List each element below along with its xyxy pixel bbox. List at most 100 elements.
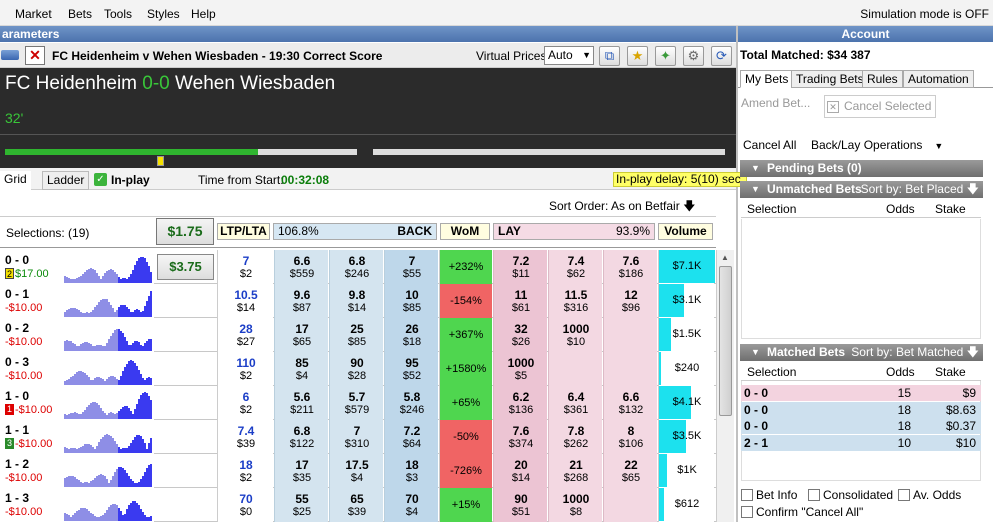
add-favourite-icon[interactable]: ✦ — [655, 46, 676, 66]
lay-price-cell[interactable]: 20 $14 — [493, 454, 547, 488]
back-price-cell[interactable]: 25 $85 — [329, 318, 383, 352]
market-cross-icon[interactable]: ✕ — [25, 46, 45, 65]
lay-price-cell[interactable]: 1000 $10 — [548, 318, 602, 352]
tab-trading-bets[interactable]: Trading Bets — [791, 70, 869, 88]
lay-price-cell[interactable]: 7.2 $11 — [493, 250, 547, 284]
lay-price-cell[interactable]: 90 $51 — [493, 488, 547, 522]
ltp-header[interactable]: LTP/LTA — [217, 223, 270, 240]
panel-splitter[interactable] — [736, 26, 738, 522]
lay-price-cell[interactable]: 7.8 $262 — [548, 420, 602, 454]
back-price-cell[interactable]: 17 $65 — [274, 318, 328, 352]
back-price-cell[interactable]: 70 $4 — [384, 488, 438, 522]
selection-cell[interactable]: 1 - 3 -$10.00 — [0, 488, 154, 522]
back-header[interactable]: 106.8% BACK — [273, 223, 437, 240]
back-price-cell[interactable]: 17 $35 — [274, 454, 328, 488]
menu-styles[interactable]: Styles — [147, 7, 180, 21]
tab-automation[interactable]: Automation — [903, 70, 974, 88]
back-price-cell[interactable]: 7 $310 — [329, 420, 383, 454]
popout-window-icon[interactable]: ⧉ — [599, 46, 620, 66]
lay-price-cell[interactable]: 6.2 $136 — [493, 386, 547, 420]
lay-price-cell[interactable]: 11.5 $316 — [548, 284, 602, 318]
av-odds-checkbox[interactable]: Av. Odds — [898, 488, 961, 502]
lay-price-cell[interactable]: 7.6 $186 — [603, 250, 657, 284]
back-price-cell[interactable]: 55 $25 — [274, 488, 328, 522]
back-price-cell[interactable]: 90 $28 — [329, 352, 383, 386]
selection-cell[interactable]: 0 - 2 -$10.00 — [0, 318, 154, 352]
back-price-cell[interactable]: 9.6 $87 — [274, 284, 328, 318]
wom-header[interactable]: WoM — [440, 223, 490, 240]
lay-price-cell[interactable] — [603, 352, 657, 386]
tab-rules[interactable]: Rules — [862, 70, 903, 88]
matched-bet-row[interactable]: 2 - 1 10 $10 — [741, 434, 981, 451]
unmatched-bets-section[interactable]: ▼ Unmatched Bets Sort by: Bet Placed 🡇 — [740, 181, 983, 198]
back-price-cell[interactable]: 9.8 $14 — [329, 284, 383, 318]
unmatched-sort-selector[interactable]: Sort by: Bet Placed 🡇 — [861, 181, 979, 198]
matched-bet-row[interactable]: 0 - 0 18 $0.37 — [741, 418, 981, 434]
matched-bet-row[interactable]: 0 - 0 18 $8.63 — [741, 401, 981, 418]
menu-help[interactable]: Help — [191, 7, 216, 21]
scroll-thumb[interactable] — [719, 266, 732, 416]
selection-cell[interactable]: 0 - 1 -$10.00 — [0, 284, 154, 318]
lay-price-cell[interactable]: 8 $106 — [603, 420, 657, 454]
settings-gear-icon[interactable]: ⚙ — [683, 46, 704, 66]
favourite-star-icon[interactable]: ★ — [627, 46, 648, 66]
green-up-button[interactable]: $3.75 — [157, 254, 214, 280]
bet-info-checkbox[interactable]: Bet Info — [741, 488, 797, 502]
back-price-cell[interactable]: 5.7 $579 — [329, 386, 383, 420]
confirm-cancel-all-checkbox[interactable]: Confirm "Cancel All" — [741, 505, 863, 519]
lay-price-cell[interactable]: 22 $65 — [603, 454, 657, 488]
virtual-prices-select[interactable]: Auto ▼ — [544, 46, 594, 65]
cancel-selected-button[interactable]: ✕ Cancel Selected — [824, 95, 937, 118]
lay-price-cell[interactable]: 6.4 $361 — [548, 386, 602, 420]
tab-grid[interactable]: Grid — [0, 171, 31, 190]
back-price-cell[interactable]: 7 $55 — [384, 250, 438, 284]
lay-price-cell[interactable]: 7.6 $374 — [493, 420, 547, 454]
consolidated-checkbox[interactable]: Consolidated — [808, 488, 893, 502]
refresh-icon[interactable]: ⟳ — [711, 46, 732, 66]
pending-bets-section[interactable]: ▼ Pending Bets (0) — [740, 160, 983, 177]
collapse-icon[interactable] — [1, 50, 19, 60]
lay-price-cell[interactable]: 21 $268 — [548, 454, 602, 488]
selection-cell[interactable]: 1 - 1 3 -$10.00 — [0, 420, 154, 454]
lay-price-cell[interactable] — [548, 352, 602, 386]
back-price-cell[interactable]: 5.8 $246 — [384, 386, 438, 420]
amend-bet-button[interactable]: Amend Bet... — [741, 96, 810, 110]
matched-bet-row[interactable]: 0 - 0 15 $9 — [741, 385, 981, 401]
back-price-cell[interactable]: 7.2 $64 — [384, 420, 438, 454]
back-price-cell[interactable]: 65 $39 — [329, 488, 383, 522]
back-lay-operations-dropdown[interactable]: Back/Lay Operations ▼ — [811, 138, 943, 152]
back-price-cell[interactable]: 5.6 $211 — [274, 386, 328, 420]
matched-bets-section[interactable]: ▼ Matched Bets Sort by: Bet Matched 🡇 — [740, 344, 983, 361]
lay-price-cell[interactable]: 32 $26 — [493, 318, 547, 352]
lay-price-cell[interactable] — [603, 318, 657, 352]
lay-price-cell[interactable]: 1000 $8 — [548, 488, 602, 522]
back-price-cell[interactable]: 6.8 $122 — [274, 420, 328, 454]
lay-price-cell[interactable]: 6.6 $132 — [603, 386, 657, 420]
volume-header[interactable]: Volume — [658, 223, 713, 240]
lay-price-cell[interactable] — [603, 488, 657, 522]
tab-my-bets[interactable]: My Bets — [740, 70, 794, 88]
total-pl-button[interactable]: $1.75 — [156, 218, 214, 245]
back-price-cell[interactable]: 95 $52 — [384, 352, 438, 386]
menu-tools[interactable]: Tools — [104, 7, 132, 21]
cancel-all-button[interactable]: Cancel All — [743, 138, 796, 152]
lay-price-cell[interactable]: 1000 $5 — [493, 352, 547, 386]
tab-ladder[interactable]: Ladder — [42, 171, 90, 190]
selection-cell[interactable]: 0 - 0 2 $17.00 — [0, 250, 154, 284]
lay-price-cell[interactable]: 12 $96 — [603, 284, 657, 318]
back-price-cell[interactable]: 17.5 $4 — [329, 454, 383, 488]
matched-sort-selector[interactable]: Sort by: Bet Matched 🡇 — [851, 344, 979, 361]
back-price-cell[interactable]: 26 $18 — [384, 318, 438, 352]
back-price-cell[interactable]: 85 $4 — [274, 352, 328, 386]
sort-order-selector[interactable]: Sort Order: As on Betfair 🡇 — [549, 197, 695, 218]
menu-market[interactable]: Market — [15, 7, 52, 21]
grid-scrollbar[interactable]: ▲ — [716, 250, 734, 522]
scroll-up-icon[interactable]: ▲ — [721, 253, 729, 262]
lay-price-cell[interactable]: 7.4 $62 — [548, 250, 602, 284]
back-price-cell[interactable]: 6.6 $559 — [274, 250, 328, 284]
selection-cell[interactable]: 1 - 2 -$10.00 — [0, 454, 154, 488]
back-price-cell[interactable]: 18 $3 — [384, 454, 438, 488]
back-price-cell[interactable]: 10 $85 — [384, 284, 438, 318]
back-price-cell[interactable]: 6.8 $246 — [329, 250, 383, 284]
selection-cell[interactable]: 1 - 0 1 -$10.00 — [0, 386, 154, 420]
